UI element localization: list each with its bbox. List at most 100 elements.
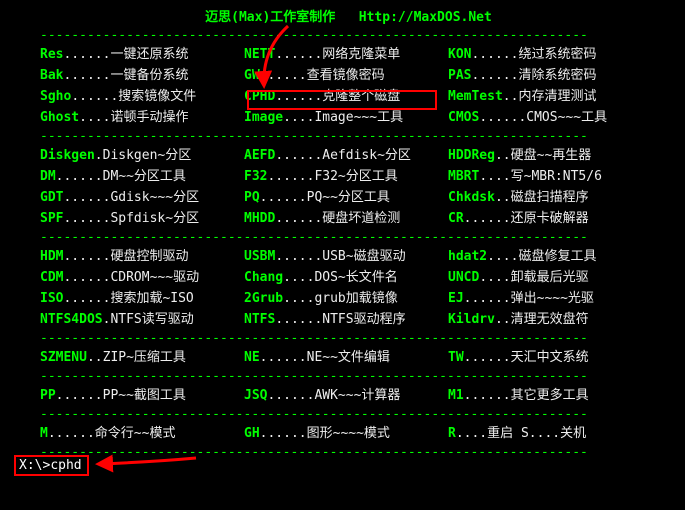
- menu-row: Ghost....诺顿手动操作Image....Image~~~工具CMOS..…: [40, 107, 667, 128]
- menu-item[interactable]: 2Grub....grub加载镜像: [244, 288, 448, 309]
- menu-item[interactable]: HDDReg..硬盘~~再生器: [448, 145, 648, 166]
- menu-cmd: HDDReg: [448, 145, 495, 166]
- menu-item[interactable]: JSQ......AWK~~~计算器: [244, 385, 448, 406]
- menu-item[interactable]: CDM......CDROM~~~驱动: [40, 267, 244, 288]
- menu-item[interactable]: NTFS4DOS.NTFS读写驱动: [40, 309, 244, 330]
- menu-cmd: 2Grub: [244, 288, 283, 309]
- menu-dots: ......: [260, 187, 307, 208]
- menu-row: Bak......一键备份系统GW......查看镜像密码PAS......清除…: [40, 65, 667, 86]
- menu-cmd: TW: [448, 347, 464, 368]
- menu-cmd: CR: [448, 208, 464, 229]
- menu-dots: ....: [283, 288, 314, 309]
- menu-item[interactable]: GW......查看镜像密码: [244, 65, 448, 86]
- menu-cmd: NTFS: [244, 309, 275, 330]
- separator: ----------------------------------------…: [40, 231, 650, 244]
- menu-item[interactable]: TW......天汇中文系统: [448, 347, 648, 368]
- menu-cmd: Chang: [244, 267, 283, 288]
- menu-item[interactable]: Chang....DOS~长文件名: [244, 267, 448, 288]
- menu-item[interactable]: PP......PP~~截图工具: [40, 385, 244, 406]
- menu-cmd: F32: [244, 166, 267, 187]
- menu-dots: ......: [275, 208, 322, 229]
- menu-dots: ......: [471, 44, 518, 65]
- menu-item[interactable]: ISO......搜索加载~ISO: [40, 288, 244, 309]
- menu-label: 还原卡破解器: [511, 208, 589, 229]
- menu-item[interactable]: PAS......清除系统密码: [448, 65, 648, 86]
- menu-label: NE~~文件编辑: [307, 347, 390, 368]
- menu-cmd: KON: [448, 44, 471, 65]
- menu-item[interactable]: hdat2....磁盘修复工具: [448, 246, 648, 267]
- menu-item[interactable]: UNCD....卸载最后光驱: [448, 267, 648, 288]
- menu-cmd: UNCD: [448, 267, 479, 288]
- menu-label: F32~分区工具: [314, 166, 397, 187]
- menu-item[interactable]: M1......其它更多工具: [448, 385, 648, 406]
- menu-item[interactable]: AEFD......Aefdisk~分区: [244, 145, 448, 166]
- menu-cmd: M1: [448, 385, 464, 406]
- menu-row: NTFS4DOS.NTFS读写驱动NTFS......NTFS驱动程序Kildr…: [40, 309, 667, 330]
- menu-item[interactable]: EJ......弹出~~~~光驱: [448, 288, 648, 309]
- menu-dots: ......: [464, 347, 511, 368]
- menu-item[interactable]: NETT......网络克隆菜单: [244, 44, 448, 65]
- menu-label: 克隆整个磁盘: [322, 86, 400, 107]
- menu-item[interactable]: GDT......Gdisk~~~分区: [40, 187, 244, 208]
- menu-item[interactable]: NTFS......NTFS驱动程序: [244, 309, 448, 330]
- menu-item[interactable]: Kildrv..清理无效盘符: [448, 309, 648, 330]
- menu-dots: ......: [471, 65, 518, 86]
- menu-item[interactable]: SZMENU..ZIP~压缩工具: [40, 347, 244, 368]
- menu-dots: ......: [71, 86, 118, 107]
- separator: ----------------------------------------…: [40, 446, 650, 459]
- menu-label: Diskgen~分区: [103, 145, 192, 166]
- menu-item[interactable]: M......命令行~~模式: [40, 423, 244, 444]
- menu-dots: ......: [63, 65, 110, 86]
- menu-item[interactable]: DM......DM~~分区工具: [40, 166, 244, 187]
- menu-item[interactable]: CR......还原卡破解器: [448, 208, 648, 229]
- menu-item[interactable]: Sgho......搜索镜像文件: [40, 86, 244, 107]
- menu-label: 弹出~~~~光驱: [511, 288, 594, 309]
- menu-dots: ....: [79, 107, 110, 128]
- menu-item[interactable]: CMOS......CMOS~~~工具: [448, 107, 648, 128]
- menu-item[interactable]: PQ......PQ~~分区工具: [244, 187, 448, 208]
- menu-dots: ......: [63, 246, 110, 267]
- prompt-input[interactable]: cphd: [50, 458, 81, 473]
- menu-label: 命令行~~模式: [95, 423, 176, 444]
- menu-item[interactable]: Image....Image~~~工具: [244, 107, 448, 128]
- menu-label: 网络克隆菜单: [322, 44, 400, 65]
- menu-item[interactable]: CPHD......克隆整个磁盘: [244, 86, 448, 107]
- menu-cmd: ISO: [40, 288, 63, 309]
- menu-item[interactable]: GH......图形~~~~模式: [244, 423, 448, 444]
- menu-label: 天汇中文系统: [511, 347, 589, 368]
- menu-row: ISO......搜索加载~ISO2Grub....grub加载镜像EJ....…: [40, 288, 667, 309]
- menu-label: 一键还原系统: [110, 44, 188, 65]
- menu-cmd: SZMENU: [40, 347, 87, 368]
- menu-cmd: NETT: [244, 44, 275, 65]
- menu-item[interactable]: Chkdsk..磁盘扫描程序: [448, 187, 648, 208]
- menu-item[interactable]: Diskgen.Diskgen~分区: [40, 145, 244, 166]
- menu-cmd: CDM: [40, 267, 63, 288]
- menu-cmd: AEFD: [244, 145, 275, 166]
- menu-cmd: PAS: [448, 65, 471, 86]
- menu-item[interactable]: Res......一键还原系统: [40, 44, 244, 65]
- menu-item[interactable]: MBRT....写~MBR:NT5/6: [448, 166, 648, 187]
- command-prompt[interactable]: X:\>cphd: [14, 455, 89, 476]
- menu-item[interactable]: SPF......Spfdisk~分区: [40, 208, 244, 229]
- menu-label: AWK~~~计算器: [314, 385, 400, 406]
- menu-item[interactable]: MHDD......硬盘坏道检测: [244, 208, 448, 229]
- menu-item[interactable]: MemTest..内存清理测试: [448, 86, 648, 107]
- menu-item[interactable]: USBM......USB~磁盘驱动: [244, 246, 448, 267]
- menu-item[interactable]: Ghost....诺顿手动操作: [40, 107, 244, 128]
- menu-label: 卸载最后光驱: [511, 267, 589, 288]
- menu-cmd: USBM: [244, 246, 275, 267]
- menu-item[interactable]: HDM......硬盘控制驱动: [40, 246, 244, 267]
- menu-item[interactable]: KON......绕过系统密码: [448, 44, 648, 65]
- menu-cmd: CPHD: [244, 86, 275, 107]
- menu-item[interactable]: F32......F32~分区工具: [244, 166, 448, 187]
- menu-item[interactable]: R....重启 S....关机: [448, 423, 648, 444]
- title-left: 迈思(Max)工作室制作: [205, 10, 335, 25]
- menu-cmd: Sgho: [40, 86, 71, 107]
- menu-item[interactable]: Bak......一键备份系统: [40, 65, 244, 86]
- menu-cmd: CMOS: [448, 107, 479, 128]
- menu-dots: ..: [495, 145, 511, 166]
- menu-item[interactable]: NE......NE~~文件编辑: [244, 347, 448, 368]
- menu-dots: ......: [63, 44, 110, 65]
- title-url: Http://MaxDOS.Net: [359, 10, 492, 25]
- menu-dots: ......: [275, 145, 322, 166]
